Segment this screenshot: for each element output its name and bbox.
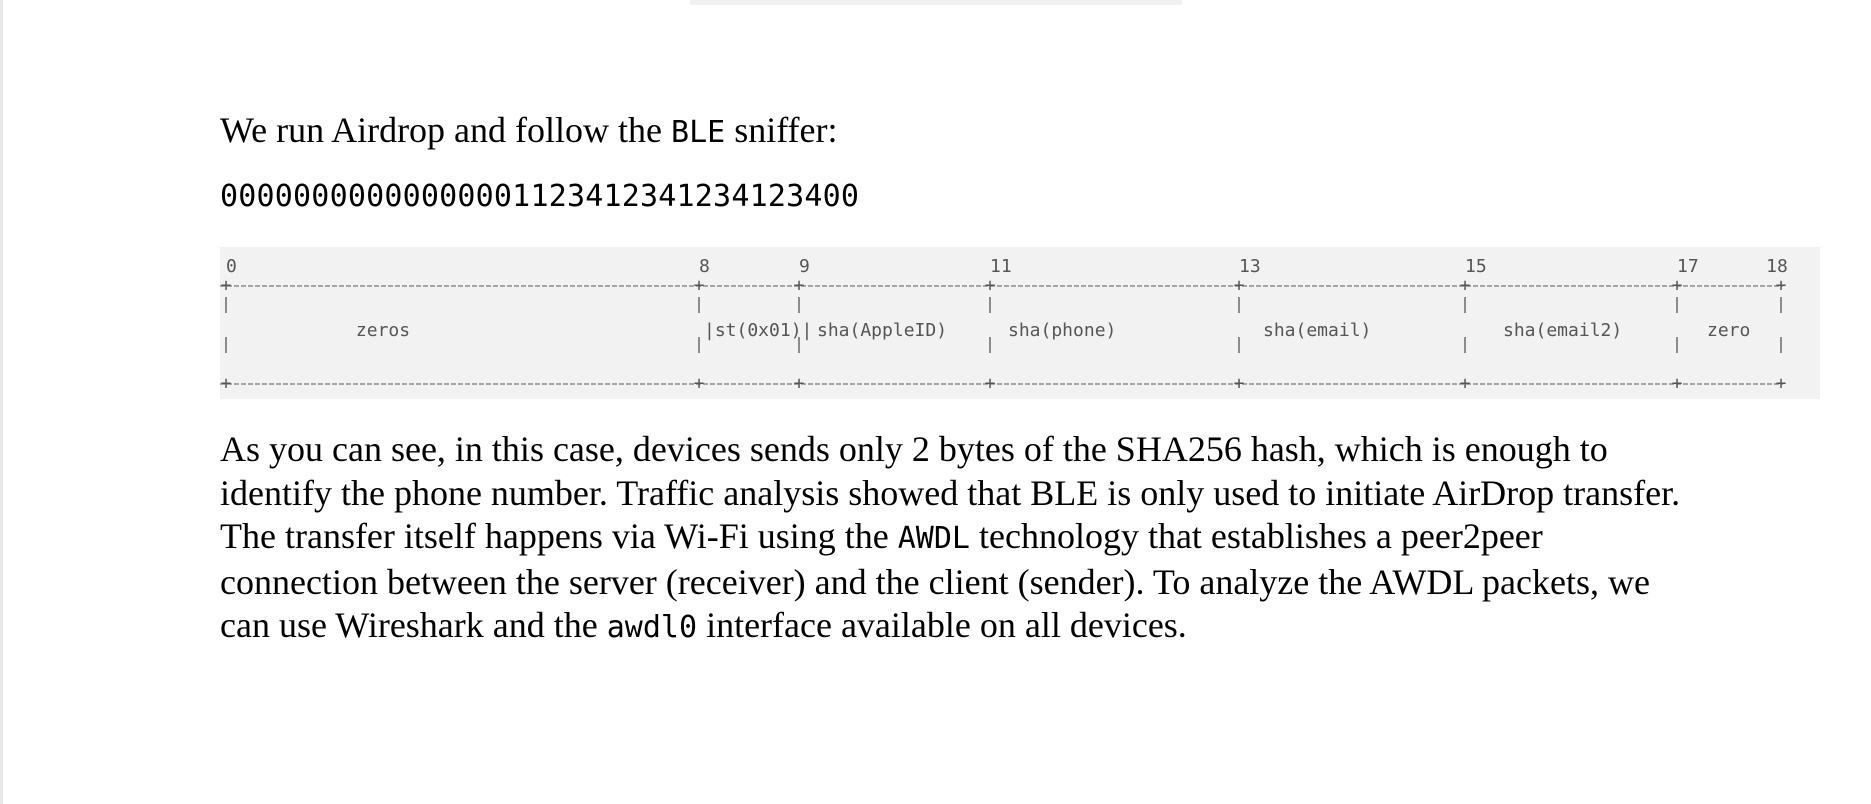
rule-plus: +: [985, 275, 996, 296]
offset-label: 11: [990, 256, 1012, 277]
rule-plus: +: [794, 373, 805, 394]
intro-text-start: We run Airdrop and follow the: [220, 110, 672, 150]
body-code-awdl0: awdl0: [606, 610, 698, 645]
rule-plus: +: [1672, 275, 1683, 296]
rule-plus: +: [1234, 275, 1245, 296]
field-label: sha(AppleID): [817, 320, 947, 341]
field-label: sha(email2): [1503, 320, 1622, 341]
rule-plus: +: [1776, 275, 1787, 296]
rule-plus: +: [221, 275, 232, 296]
offset-label: 13: [1239, 256, 1261, 277]
offset-label: 17: [1677, 256, 1699, 277]
body-paragraph: As you can see, in this case, devices se…: [220, 428, 1700, 650]
rule-plus: +: [694, 275, 705, 296]
body-text-3: interface available on all devices.: [697, 605, 1187, 645]
field-label: zero: [1707, 320, 1750, 341]
previous-block-edge: [690, 0, 1182, 5]
rule-plus: +: [1460, 275, 1471, 296]
intro-code-ble: BLE: [671, 115, 726, 150]
body-code-awdl: AWDL: [897, 521, 970, 556]
offset-label: 9: [799, 256, 810, 277]
rule-plus: +: [694, 373, 705, 394]
rule-plus: +: [794, 275, 805, 296]
packet-diagram-svg: 0 8 9 11 13 15 17 18++++++++++++++++zeros |st(0x…: [220, 256, 1788, 394]
field-label: sha(phone): [1008, 320, 1116, 341]
rule-plus: +: [1776, 373, 1787, 394]
offset-label: 18: [1766, 256, 1788, 277]
page-left-border: [0, 0, 3, 804]
offset-label: 0: [226, 256, 237, 277]
field-label: zeros: [356, 320, 410, 341]
packet-diagram: 0 8 9 11 13 15 17 18 + + + + + + + + + + + + + + + + zeros |st(0x…: [220, 247, 1820, 399]
field-label: sha(email): [1263, 320, 1371, 341]
rule-plus: +: [1672, 373, 1683, 394]
field-label: |st(0x01)|: [704, 320, 812, 341]
hex-payload: 00000000000000001123412341234123400: [220, 179, 860, 214]
intro-text-end: sniffer:: [725, 110, 838, 150]
offset-label: 8: [699, 256, 710, 277]
rule-plus: +: [1234, 373, 1245, 394]
intro-paragraph: We run Airdrop and follow the BLE sniffe…: [220, 108, 838, 155]
rule-plus: +: [1460, 373, 1471, 394]
rule-plus: +: [985, 373, 996, 394]
offset-label: 15: [1465, 256, 1487, 277]
rule-plus: +: [221, 373, 232, 394]
